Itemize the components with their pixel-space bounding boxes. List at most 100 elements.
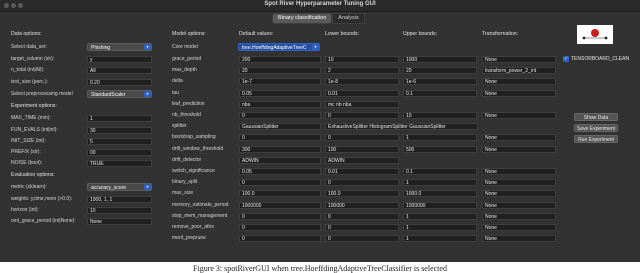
- init-size-input[interactable]: 5: [87, 138, 152, 145]
- test-size-input[interactable]: 0.20: [87, 79, 152, 86]
- param-transform-input[interactable]: transform_power_2_int: [482, 67, 556, 74]
- param-lower-input[interactable]: 100: [325, 146, 399, 153]
- param-upper-input[interactable]: 1: [403, 235, 477, 242]
- oml-grace-period-input[interactable]: None: [87, 218, 152, 225]
- save-experiment-button[interactable]: Save Experiment: [574, 124, 618, 132]
- param-default-input[interactable]: 1e-7: [239, 78, 321, 85]
- param-lower-input[interactable]: 100.0: [325, 190, 399, 197]
- param-lower-input[interactable]: 0: [325, 224, 399, 231]
- param-transform-input[interactable]: None: [482, 235, 556, 242]
- param-name: switch_significance: [172, 168, 215, 174]
- param-lower-input[interactable]: 0.01: [325, 168, 399, 175]
- tab-analysis[interactable]: Analysis: [332, 13, 365, 24]
- param-transform-input[interactable]: None: [482, 179, 556, 186]
- param-name: nb_threshold: [172, 112, 201, 118]
- param-default-input[interactable]: 0: [239, 179, 321, 186]
- param-transform-input[interactable]: None: [482, 168, 556, 175]
- param-lower-input[interactable]: 100000: [325, 202, 399, 209]
- param-name: binary_split: [172, 179, 198, 185]
- param-lower-input[interactable]: 0: [325, 179, 399, 186]
- param-default-input[interactable]: 0: [239, 134, 321, 141]
- param-lower-input[interactable]: ADWIN: [325, 157, 399, 164]
- param-transform-input[interactable]: None: [482, 202, 556, 209]
- run-experiment-button[interactable]: Run Experiment: [574, 135, 618, 143]
- weights-input[interactable]: 1000, 1, 1: [87, 196, 152, 203]
- param-upper-input[interactable]: 1e-6: [403, 78, 477, 85]
- param-default-input[interactable]: GaussianSplitter: [239, 123, 321, 130]
- param-transform-input[interactable]: None: [482, 146, 556, 153]
- param-default-input[interactable]: 100.0: [239, 190, 321, 197]
- chevron-down-icon: ▾: [144, 184, 151, 190]
- fun-evals-input[interactable]: 30: [87, 127, 152, 134]
- param-lower-input[interactable]: 0: [325, 213, 399, 220]
- param-upper-input[interactable]: 20: [403, 67, 477, 74]
- param-default-input[interactable]: 200: [239, 56, 321, 63]
- max-time-input[interactable]: 1: [87, 115, 152, 122]
- param-name: merit_preprune: [172, 235, 206, 241]
- param-default-input[interactable]: ADWIN: [239, 157, 321, 164]
- horizon-input[interactable]: 10: [87, 207, 152, 214]
- evaluation-options-header: Evaluation options:: [11, 172, 55, 178]
- data-set-select[interactable]: Phishing ▾: [87, 43, 152, 51]
- weights-label: weights: y,time,mem (>0.0):: [11, 196, 73, 202]
- param-lower-input[interactable]: mc nb nba: [325, 101, 399, 108]
- param-transform-input[interactable]: None: [482, 190, 556, 197]
- param-default-input[interactable]: 0: [239, 112, 321, 119]
- param-default-input[interactable]: 1000000: [239, 202, 321, 209]
- param-upper-input[interactable]: 1000: [403, 56, 477, 63]
- param-default-input[interactable]: 0.05: [239, 90, 321, 97]
- param-transform-input[interactable]: None: [482, 78, 556, 85]
- param-transform-input[interactable]: None: [482, 112, 556, 119]
- param-transform-input[interactable]: None: [482, 90, 556, 97]
- param-transform-input[interactable]: None: [482, 224, 556, 231]
- param-upper-input[interactable]: 0.1: [403, 168, 477, 175]
- param-lower-input[interactable]: 0: [325, 235, 399, 242]
- param-lower-input[interactable]: 1e-8: [325, 78, 399, 85]
- param-lower-input[interactable]: 2: [325, 67, 399, 74]
- upper-bounds-header: Upper bounds:: [403, 31, 438, 37]
- param-lower-input[interactable]: 10: [325, 56, 399, 63]
- param-default-input[interactable]: 0: [239, 213, 321, 220]
- param-default-input[interactable]: 20: [239, 67, 321, 74]
- param-transform-input[interactable]: None: [482, 134, 556, 141]
- param-upper-input[interactable]: 1: [403, 224, 477, 231]
- target-column-input[interactable]: y: [87, 56, 152, 63]
- param-upper-input[interactable]: 0.1: [403, 90, 477, 97]
- param-upper-input[interactable]: 1000.0: [403, 190, 477, 197]
- param-upper-input[interactable]: 1: [403, 179, 477, 186]
- param-transform-input[interactable]: None: [482, 56, 556, 63]
- chevron-down-icon: ▾: [144, 44, 151, 50]
- param-upper-input[interactable]: 500: [403, 146, 477, 153]
- param-default-input[interactable]: 0: [239, 224, 321, 231]
- figure-caption: Figure 3: spotRiverGUI when tree.Hoeffdi…: [193, 264, 447, 273]
- param-upper-input[interactable]: 1: [403, 213, 477, 220]
- model-options-header: Model options:: [172, 31, 206, 37]
- chevron-down-icon: ▾: [312, 44, 319, 50]
- oml-grace-period-label: oml_grace_period (int|None):: [11, 218, 76, 224]
- param-default-input[interactable]: 300: [239, 146, 321, 153]
- param-default-input[interactable]: 0: [239, 235, 321, 242]
- param-upper-input[interactable]: 1000000: [403, 202, 477, 209]
- title-bar: Spot River Hyperparameter Tuning GUI: [0, 0, 640, 12]
- param-default-input[interactable]: 0.05: [239, 168, 321, 175]
- param-transform-input[interactable]: None: [482, 213, 556, 220]
- param-lower-input[interactable]: 0.01: [325, 90, 399, 97]
- show-data-button[interactable]: Show Data: [574, 113, 618, 121]
- n-total-input[interactable]: All: [87, 67, 152, 74]
- max-time-label: MAX_TIME (min):: [11, 115, 51, 121]
- tab-binary-classification[interactable]: Binary classification: [272, 13, 333, 24]
- preprocessing-select[interactable]: StandardScaler ▾: [87, 90, 152, 98]
- param-lower-input[interactable]: 0: [325, 112, 399, 119]
- param-upper-input[interactable]: 10: [403, 112, 477, 119]
- metric-select[interactable]: accuracy_score ▾: [87, 183, 152, 191]
- noise-input[interactable]: TRUE: [87, 160, 152, 167]
- target-column-label: target_column (str):: [11, 56, 55, 62]
- param-lower-input[interactable]: 0: [325, 134, 399, 141]
- prefix-input[interactable]: 00: [87, 149, 152, 156]
- tensorboard-clean-checkbox[interactable]: ✓: [563, 56, 569, 62]
- horizon-label: horizon (int):: [11, 207, 39, 213]
- param-lower-input[interactable]: ExhaustiveSplitter HistogramSplitter Gau…: [325, 123, 478, 130]
- core-model-select[interactable]: tree.HoeffdingAdaptiveTreeC ▾: [238, 43, 320, 51]
- param-upper-input[interactable]: 1: [403, 134, 477, 141]
- param-default-input[interactable]: nba: [239, 101, 321, 108]
